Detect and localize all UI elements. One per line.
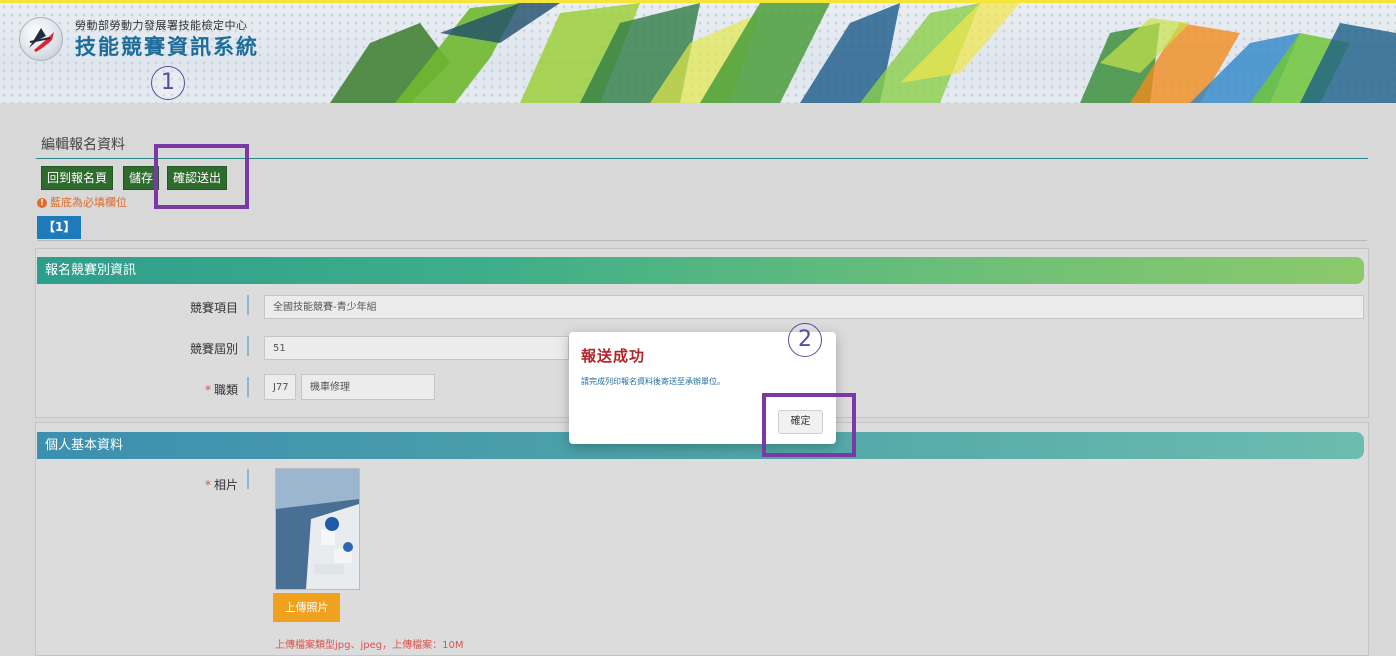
highlight-box-submit — [154, 144, 249, 209]
logo-mark-icon — [29, 28, 54, 52]
competition-item-label-text: 競賽項目 — [189, 301, 238, 315]
competition-session-label: 競賽屆別 — [146, 340, 238, 357]
photo-label: * 相片 — [146, 476, 238, 493]
annotation-step-1: 1 — [151, 66, 185, 100]
header-banner: 勞動部勞動力發展署技能檢定中心 技能競賽資訊系統 — [0, 3, 1396, 103]
competition-session-field: 51 — [264, 336, 569, 360]
trade-name-field: 機車修理 — [301, 374, 435, 400]
tab-1[interactable]: 【1】 — [37, 216, 82, 239]
label-separator — [247, 469, 249, 489]
required-note: ! 藍底為必填欄位 — [37, 194, 127, 210]
competition-item-field: 全國技能競賽-青少年組 — [264, 295, 1364, 319]
dialog-message: 請完成列印報名資料後寄送至承辦單位。 — [581, 377, 725, 386]
required-note-text: 藍底為必填欄位 — [50, 196, 127, 209]
required-star: * — [204, 383, 211, 397]
trade-code-field: J77 — [264, 374, 296, 400]
upload-hint: 上傳檔案類型jpg、jpeg，上傳檔案：10M — [275, 640, 464, 651]
back-to-registration-button[interactable]: 回到報名頁 — [41, 166, 114, 190]
dialog-title: 報送成功 — [581, 347, 646, 365]
profile-photo — [275, 468, 360, 590]
competition-session-label-text: 競賽屆別 — [189, 342, 238, 356]
label-separator — [247, 295, 249, 315]
annotation-step-2: 2 — [788, 323, 822, 357]
competition-section-heading: 報名競賽別資訊 — [37, 257, 1364, 284]
label-separator — [247, 377, 249, 397]
tab-divider — [37, 240, 1367, 241]
label-separator — [247, 336, 249, 356]
upload-photo-button[interactable]: 上傳照片 — [273, 593, 340, 622]
photo-image — [276, 469, 359, 589]
competition-item-label: 競賽項目 — [146, 299, 238, 316]
page-title: 編輯報名資料 — [41, 137, 125, 153]
info-icon: ! — [37, 198, 47, 208]
trade-label-text: 職類 — [213, 383, 238, 397]
system-name: 技能競賽資訊系統 — [75, 35, 259, 59]
trade-label: * 職類 — [146, 381, 238, 398]
photo-label-text: 相片 — [213, 478, 238, 492]
org-logo — [19, 17, 63, 61]
required-star: * — [204, 478, 211, 492]
highlight-box-ok — [762, 393, 856, 457]
